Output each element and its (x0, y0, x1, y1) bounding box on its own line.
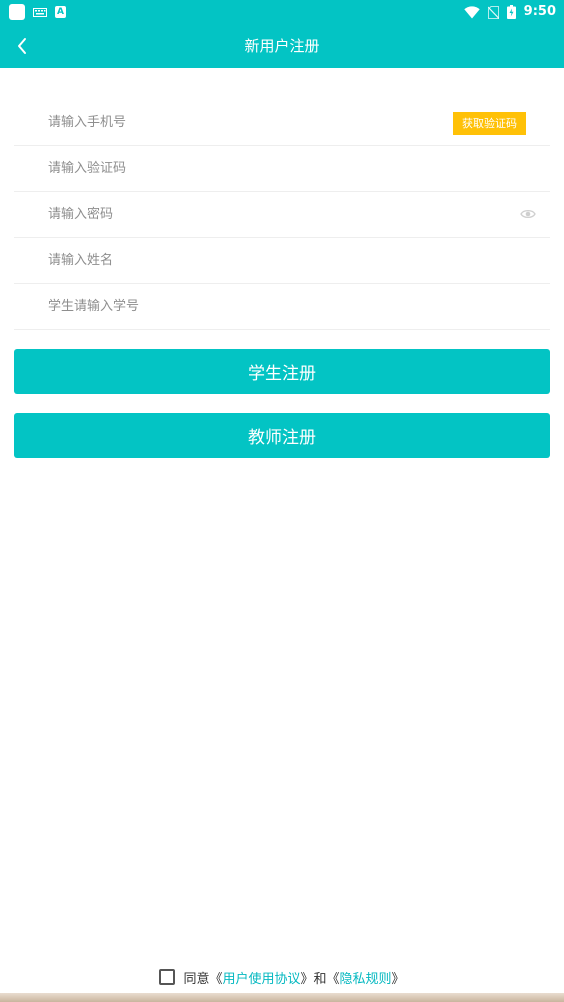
header-bar: 新用户注册 (0, 24, 564, 68)
wifi-icon (463, 5, 480, 18)
battery-charging-icon (506, 5, 516, 19)
eye-icon[interactable] (520, 207, 536, 221)
status-bar-right: 9:50 (463, 3, 556, 21)
register-form: 获取验证码 (14, 100, 550, 330)
password-row (14, 192, 550, 238)
student-register-button[interactable]: 学生注册 (14, 349, 550, 394)
back-button[interactable] (6, 30, 38, 62)
app-icon (9, 4, 25, 20)
agreement-line: 同意《 用户使用协议 》和《 隐私规则 》 (0, 966, 564, 988)
keyboard-icon (33, 7, 47, 17)
bottom-edge (0, 993, 564, 1002)
get-code-button[interactable]: 获取验证码 (453, 112, 526, 135)
privacy-rules-link[interactable]: 隐私规则 (340, 968, 392, 987)
agreement-middle: 》和《 (300, 971, 340, 987)
no-sim-icon (487, 5, 499, 19)
page-title: 新用户注册 (244, 37, 320, 55)
user-agreement-link[interactable]: 用户使用协议 (222, 968, 300, 987)
phone-row: 获取验证码 (14, 100, 550, 146)
password-input[interactable] (48, 192, 428, 237)
code-row (14, 146, 550, 192)
a-badge-icon: A (55, 6, 66, 18)
agreement-suffix: 》 (391, 971, 405, 987)
status-time: 9:50 (523, 4, 556, 19)
status-bar: A 9:50 (0, 0, 564, 24)
verification-code-input[interactable] (48, 146, 428, 191)
phone-input[interactable] (48, 100, 428, 145)
agreement-prefix: 同意《 (183, 971, 223, 987)
chevron-left-icon (18, 38, 26, 54)
name-input[interactable] (48, 238, 428, 283)
student-id-row (14, 284, 550, 330)
teacher-register-button[interactable]: 教师注册 (14, 413, 550, 458)
name-row (14, 238, 550, 284)
status-bar-left: A (9, 4, 66, 20)
agree-checkbox[interactable] (159, 969, 176, 985)
student-id-input[interactable] (48, 284, 428, 329)
